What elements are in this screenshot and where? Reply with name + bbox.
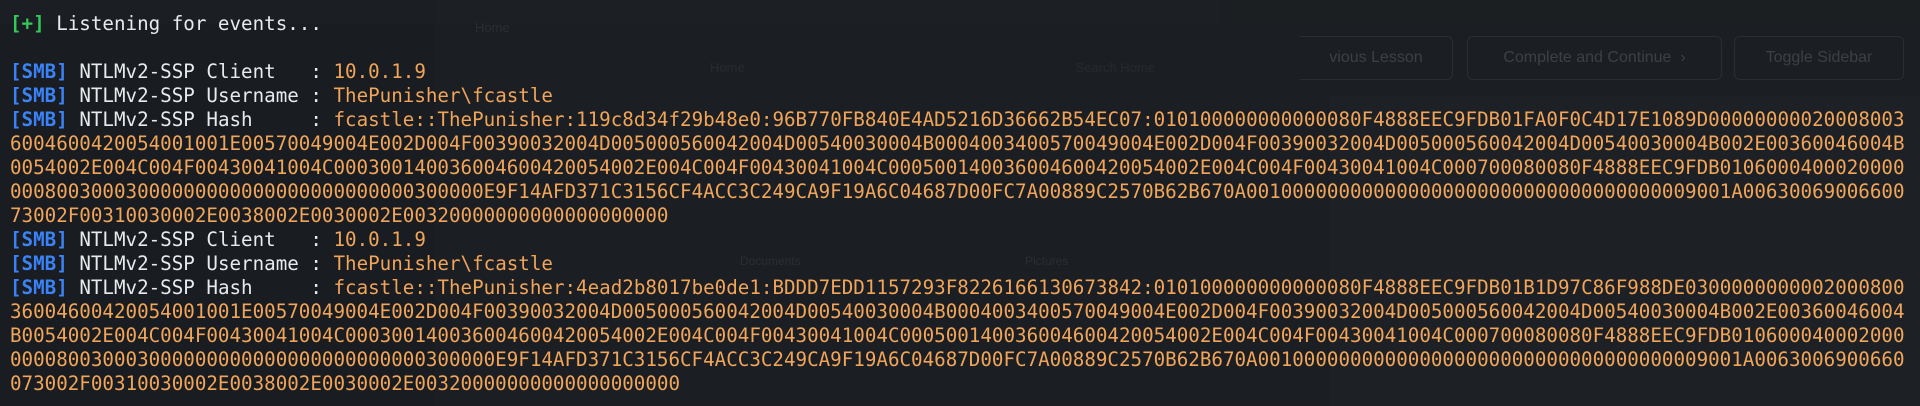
smb-tag: [SMB] xyxy=(10,228,68,251)
smb-tag: [SMB] xyxy=(10,84,68,107)
username-label: NTLMv2-SSP Username : xyxy=(67,84,334,107)
client-label: NTLMv2-SSP Client : xyxy=(67,228,334,251)
smb-client-line: [SMB] NTLMv2-SSP Client : 10.0.1.9 xyxy=(10,228,1910,252)
hash-label: NTLMv2-SSP Hash : xyxy=(67,276,334,299)
status-line: [+] Listening for events... xyxy=(10,12,1910,36)
client-label: NTLMv2-SSP Client : xyxy=(67,60,334,83)
client-ip: 10.0.1.9 xyxy=(333,60,426,83)
status-text: Listening for events... xyxy=(44,12,322,35)
smb-tag: [SMB] xyxy=(10,276,68,299)
username-value: ThePunisher\fcastle xyxy=(333,252,553,275)
smb-hash-line: [SMB] NTLMv2-SSP Hash : fcastle::ThePuni… xyxy=(10,276,1910,396)
smb-username-line: [SMB] NTLMv2-SSP Username : ThePunisher\… xyxy=(10,84,1910,108)
hash-label: NTLMv2-SSP Hash : xyxy=(67,108,334,131)
smb-tag: [SMB] xyxy=(10,108,68,131)
terminal-output[interactable]: [+] Listening for events... [SMB] NTLMv2… xyxy=(0,0,1920,406)
username-label: NTLMv2-SSP Username : xyxy=(67,252,334,275)
smb-hash-line: [SMB] NTLMv2-SSP Hash : fcastle::ThePuni… xyxy=(10,108,1910,228)
smb-username-line: [SMB] NTLMv2-SSP Username : ThePunisher\… xyxy=(10,252,1910,276)
status-plus-marker: [+] xyxy=(10,12,45,35)
smb-tag: [SMB] xyxy=(10,252,68,275)
client-ip: 10.0.1.9 xyxy=(333,228,426,251)
smb-tag: [SMB] xyxy=(10,60,68,83)
smb-client-line: [SMB] NTLMv2-SSP Client : 10.0.1.9 xyxy=(10,60,1910,84)
username-value: ThePunisher\fcastle xyxy=(333,84,553,107)
